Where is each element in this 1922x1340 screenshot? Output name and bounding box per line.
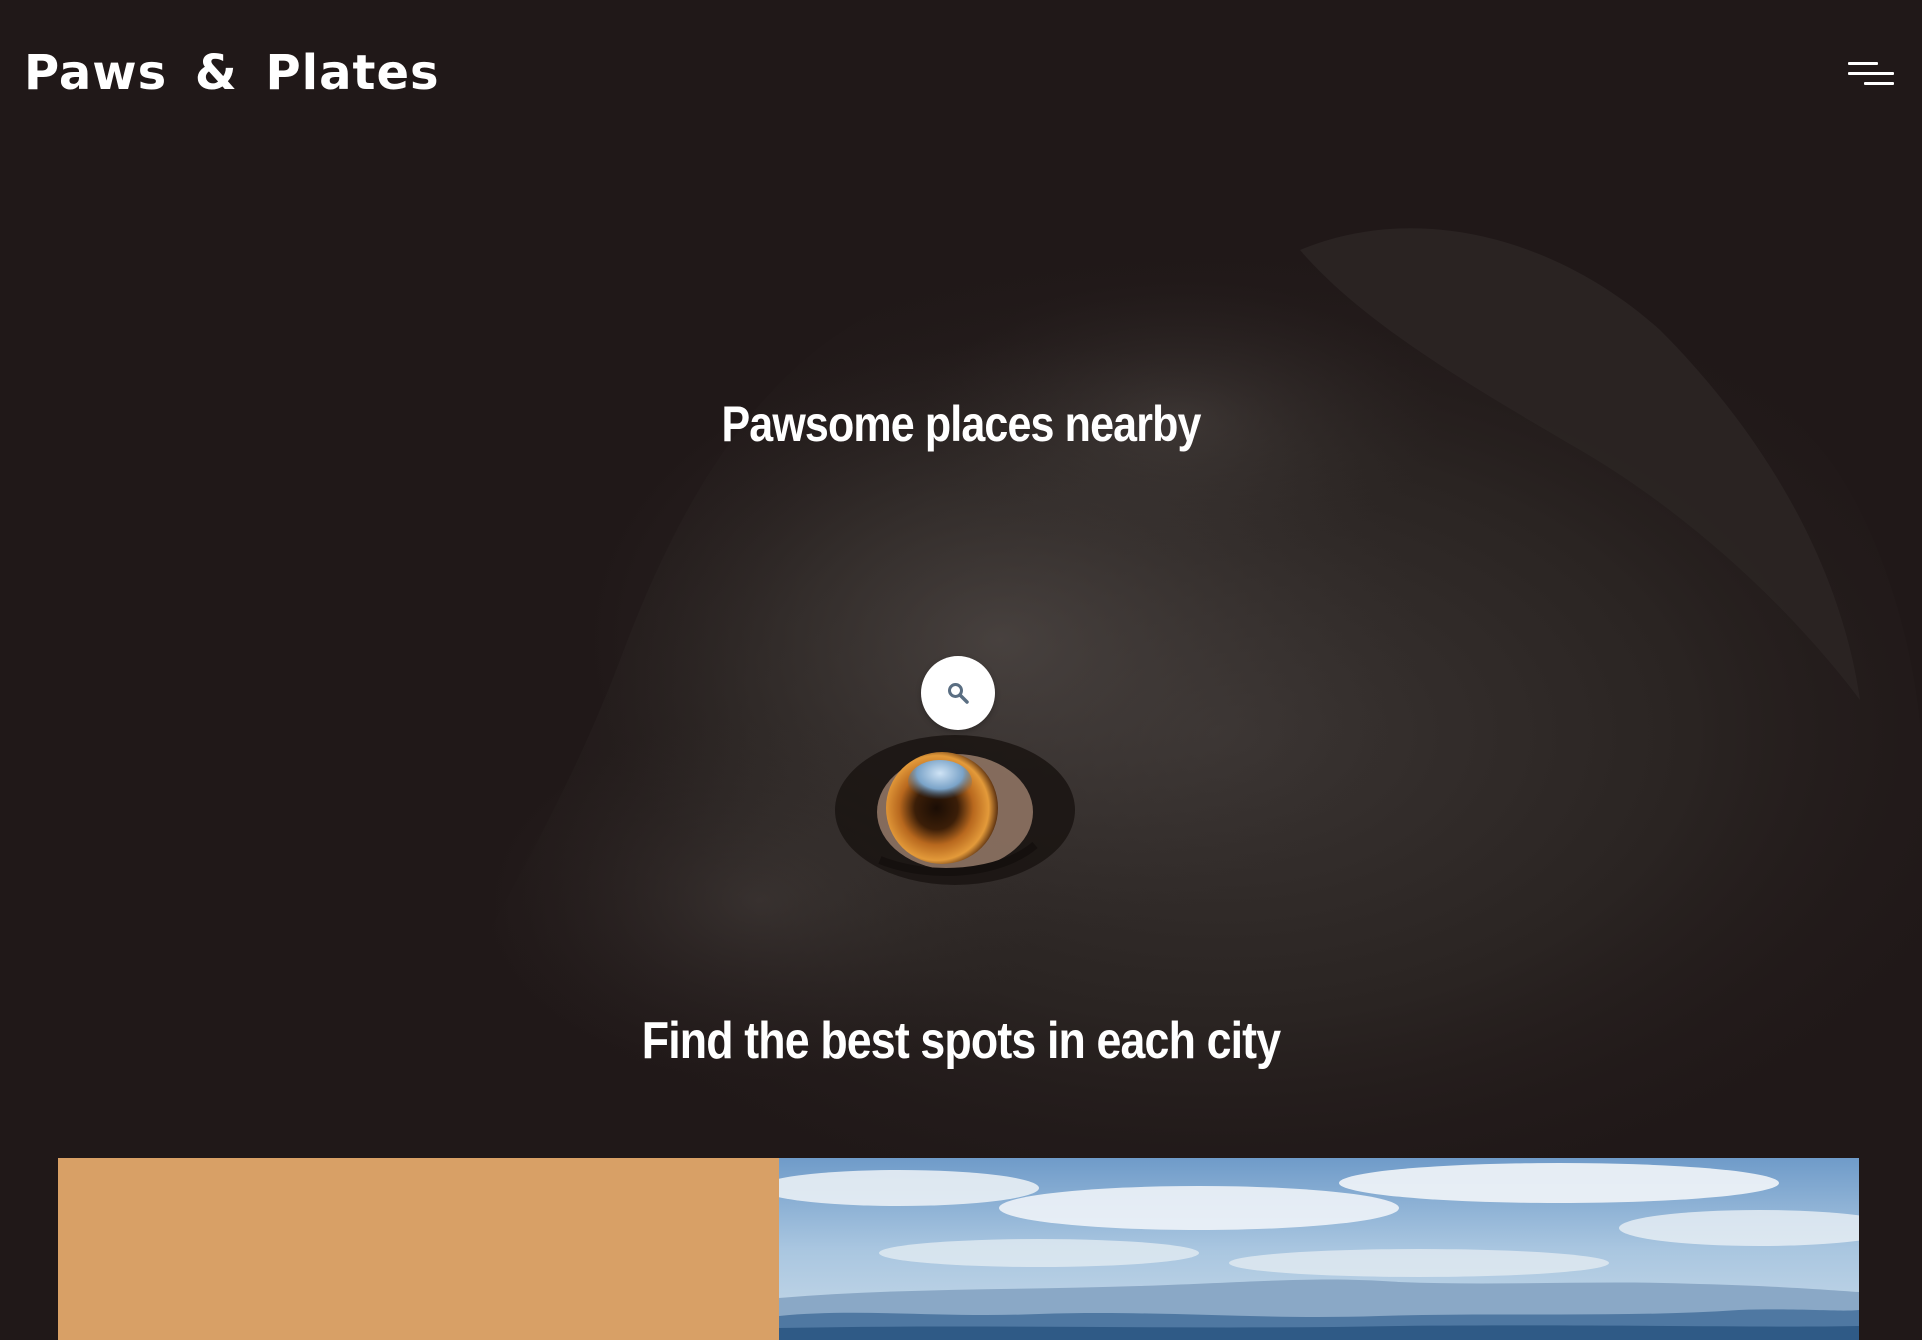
brand-logo[interactable]: Paws & Plates (24, 38, 440, 108)
hero-background-image (0, 0, 1922, 1160)
city-landscape-image (779, 1158, 1859, 1340)
menu-button[interactable] (1840, 54, 1894, 94)
search-button[interactable] (921, 656, 995, 730)
hero-subtitle: Find the best spots in each city (641, 1012, 1281, 1070)
card-color-block (58, 1158, 779, 1340)
page: Paws & Plates Pawsome places nearby Find… (0, 0, 1922, 1340)
feature-card[interactable] (58, 1158, 1859, 1340)
hero-title: Pawsome places nearby (721, 396, 1201, 452)
search-icon (948, 683, 969, 704)
